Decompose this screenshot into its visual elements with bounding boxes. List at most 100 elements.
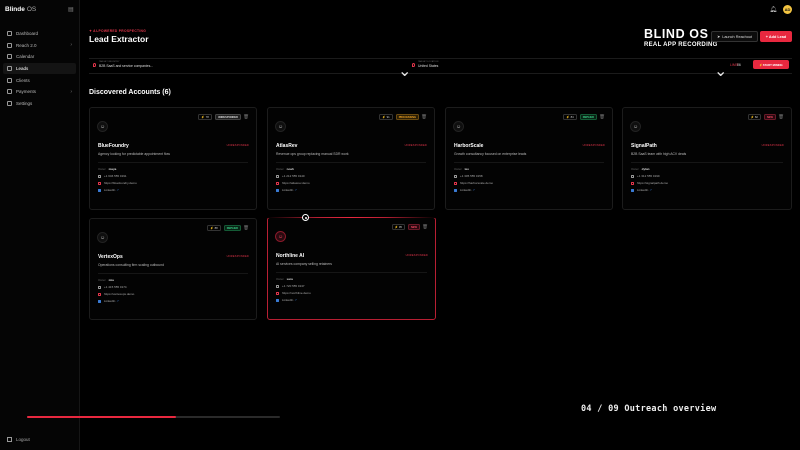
linkedin-icon bbox=[276, 188, 279, 192]
website-link[interactable]: https://northline.demo bbox=[276, 291, 311, 295]
linkedin-icon bbox=[98, 188, 101, 192]
divider bbox=[454, 162, 604, 163]
company-name: VertexOps bbox=[98, 254, 123, 260]
response-status: UNRESPONDED bbox=[226, 144, 249, 147]
account-card[interactable]: ☺ ⚡ 95 NEW 🗑︎ Northline AI UNRESPONDED AI serv… bbox=[267, 217, 436, 320]
location-field[interactable]: TARGET LOCATION United States bbox=[412, 61, 438, 68]
sidebar-item-settings[interactable]: Settings bbox=[3, 98, 76, 110]
clients-icon bbox=[7, 77, 12, 83]
trash-icon[interactable]: 🗑︎ bbox=[599, 114, 605, 120]
industry-dropdown-icon[interactable]: ⌄ bbox=[398, 61, 411, 81]
sidebar-item-clients[interactable]: Clients bbox=[3, 74, 76, 86]
account-card[interactable]: ☺ ⚡ 78 UNRESPONDED 🗑︎ BlueFoundry UNRESPONDED… bbox=[89, 107, 257, 210]
settings-icon bbox=[7, 100, 12, 106]
phone-row[interactable]: +1 212 555 0140 bbox=[276, 174, 305, 178]
linkedin-link[interactable]: LinkedIn ↗ bbox=[98, 299, 119, 303]
linkedin-link[interactable]: LinkedIn ↗ bbox=[276, 188, 297, 192]
brand-logo: Blinde OS bbox=[5, 6, 37, 13]
calendar-icon bbox=[7, 54, 12, 60]
company-name: HarborScale bbox=[454, 143, 484, 149]
top-icons: 🔔︎ AD bbox=[769, 5, 792, 14]
chevron-right-icon: › bbox=[70, 88, 72, 95]
account-card[interactable]: ☺ ⚡ 88 REPLIED 🗑︎ VertexOps UNRESPONDED Operat… bbox=[89, 218, 257, 320]
location-dropdown-icon[interactable]: ⌄ bbox=[714, 61, 727, 81]
page-eyebrow: ✦ AI-POWERED PROSPECTING bbox=[89, 29, 147, 33]
website-link[interactable]: https://atlasrev.demo bbox=[276, 181, 310, 185]
linkedin-link[interactable]: LinkedIn ↗ bbox=[98, 188, 119, 192]
trash-icon[interactable]: 🗑︎ bbox=[422, 224, 428, 230]
sidebar-item-calendar[interactable]: Calendar bbox=[3, 51, 76, 63]
account-card[interactable]: ☺ ⚡ 91 PROCESSING 🗑︎ AtlasRev UNRESPONDED Reve… bbox=[267, 107, 435, 210]
sidebar: Blinde OS ▤ Dashboard Reach 2.0 › Calendar Le… bbox=[0, 0, 80, 450]
phone-icon bbox=[454, 174, 457, 178]
linkedin-icon bbox=[276, 298, 279, 302]
score-badge: ⚡ 78 bbox=[198, 114, 212, 120]
phone-icon bbox=[98, 285, 101, 289]
status-badge[interactable]: PROCESSING bbox=[395, 114, 419, 120]
score-badge: ⚡ 84 bbox=[563, 114, 577, 120]
phone-icon bbox=[276, 284, 279, 288]
sidebar-item-payments[interactable]: Payments › bbox=[3, 86, 76, 98]
account-card[interactable]: ☺ ⚡ 84 REPLIED 🗑︎ HarborScale UNRESPONDED Grow… bbox=[445, 107, 613, 210]
company-icon: ☺ bbox=[453, 121, 464, 132]
linkedin-link[interactable]: LinkedIn ↗ bbox=[631, 188, 652, 192]
phone-icon bbox=[276, 174, 279, 178]
score-badge: ⚡ 91 bbox=[379, 114, 393, 120]
logout-button[interactable]: Logout bbox=[7, 437, 30, 442]
trash-icon[interactable]: 🗑︎ bbox=[778, 114, 784, 120]
status-badge[interactable]: NEW bbox=[407, 224, 420, 230]
bolt-icon: ⚡ bbox=[394, 225, 399, 229]
account-card[interactable]: ☺ ⚡ 82 NEW 🗑︎ SignalPath UNRESPONDED B2B SaaS … bbox=[622, 107, 792, 210]
trash-icon[interactable]: 🗑︎ bbox=[421, 114, 427, 120]
linkedin-icon bbox=[98, 299, 101, 303]
external-link-icon: ↗ bbox=[649, 188, 652, 192]
company-description: Agency looking for predictable appointme… bbox=[98, 152, 170, 156]
sidebar-item-label: Payments bbox=[16, 89, 37, 95]
linkedin-link[interactable]: LinkedIn ↗ bbox=[276, 298, 297, 302]
website-link[interactable]: https://signalpath.demo bbox=[631, 181, 668, 185]
user-avatar[interactable]: AD bbox=[783, 5, 792, 14]
website-link[interactable]: https://vertexops.demo bbox=[98, 292, 134, 296]
start-mining-button[interactable]: ⚡ START MINING bbox=[753, 60, 789, 69]
hero-subheading: REAL APP RECORDING bbox=[644, 42, 718, 48]
location-pin-icon bbox=[412, 63, 415, 67]
company-icon: ☺ bbox=[275, 231, 286, 242]
status-badge[interactable]: REPLIED bbox=[579, 114, 597, 120]
sidebar-item-leads[interactable]: Leads bbox=[3, 62, 76, 75]
phone-row[interactable]: +1 312 555 0199 bbox=[631, 174, 660, 178]
score-badge: ⚡ 82 bbox=[747, 114, 761, 120]
external-link-icon: ↗ bbox=[294, 298, 297, 302]
phone-row[interactable]: +1 305 555 0158 bbox=[454, 174, 483, 178]
hero-heading: BLIND OS bbox=[644, 27, 709, 41]
status-badge[interactable]: REPLIED bbox=[223, 225, 241, 231]
send-icon: ➤ bbox=[717, 35, 721, 39]
limit-value[interactable]: 06 bbox=[737, 63, 741, 67]
website-link[interactable]: https://bluefoundry.demo bbox=[98, 181, 137, 185]
sidebar-item-dashboard[interactable]: Dashboard bbox=[3, 28, 76, 40]
response-status: UNRESPONDED bbox=[582, 144, 605, 147]
trash-icon[interactable]: 🗑︎ bbox=[243, 225, 249, 231]
phone-row[interactable]: +1 646 555 0191 bbox=[98, 174, 127, 178]
phone-row[interactable]: +1 720 555 0137 bbox=[276, 284, 305, 288]
divider bbox=[98, 162, 248, 163]
industry-field[interactable]: TARGET INDUSTRY B2B SaaS and service com… bbox=[93, 61, 153, 68]
add-lead-button[interactable]: + Add Lead bbox=[760, 31, 792, 42]
launch-reachout-button[interactable]: ➤ Launch Reachout bbox=[711, 31, 758, 42]
sidebar-item-reach-2-0[interactable]: Reach 2.0 › bbox=[3, 40, 76, 52]
divider bbox=[276, 272, 427, 273]
sidebar-collapse-icon[interactable]: ▤ bbox=[68, 6, 74, 13]
status-badge[interactable]: UNRESPONDED bbox=[214, 114, 241, 120]
website-link[interactable]: https://harborscale.demo bbox=[454, 181, 493, 185]
sidebar-item-label: Dashboard bbox=[16, 31, 39, 37]
globe-icon bbox=[454, 181, 457, 185]
phone-row[interactable]: +1 415 555 0174 bbox=[98, 285, 127, 289]
company-icon: ☺ bbox=[275, 121, 286, 132]
notification-bell-icon[interactable]: 🔔︎ bbox=[769, 6, 777, 13]
logout-icon bbox=[7, 437, 12, 442]
trash-icon[interactable]: 🗑︎ bbox=[243, 114, 249, 120]
linkedin-link[interactable]: LinkedIn ↗ bbox=[454, 188, 475, 192]
dashboard-icon bbox=[7, 31, 12, 37]
status-badge[interactable]: NEW bbox=[763, 114, 776, 120]
score-badge: ⚡ 95 bbox=[391, 224, 405, 230]
divider bbox=[276, 162, 426, 163]
